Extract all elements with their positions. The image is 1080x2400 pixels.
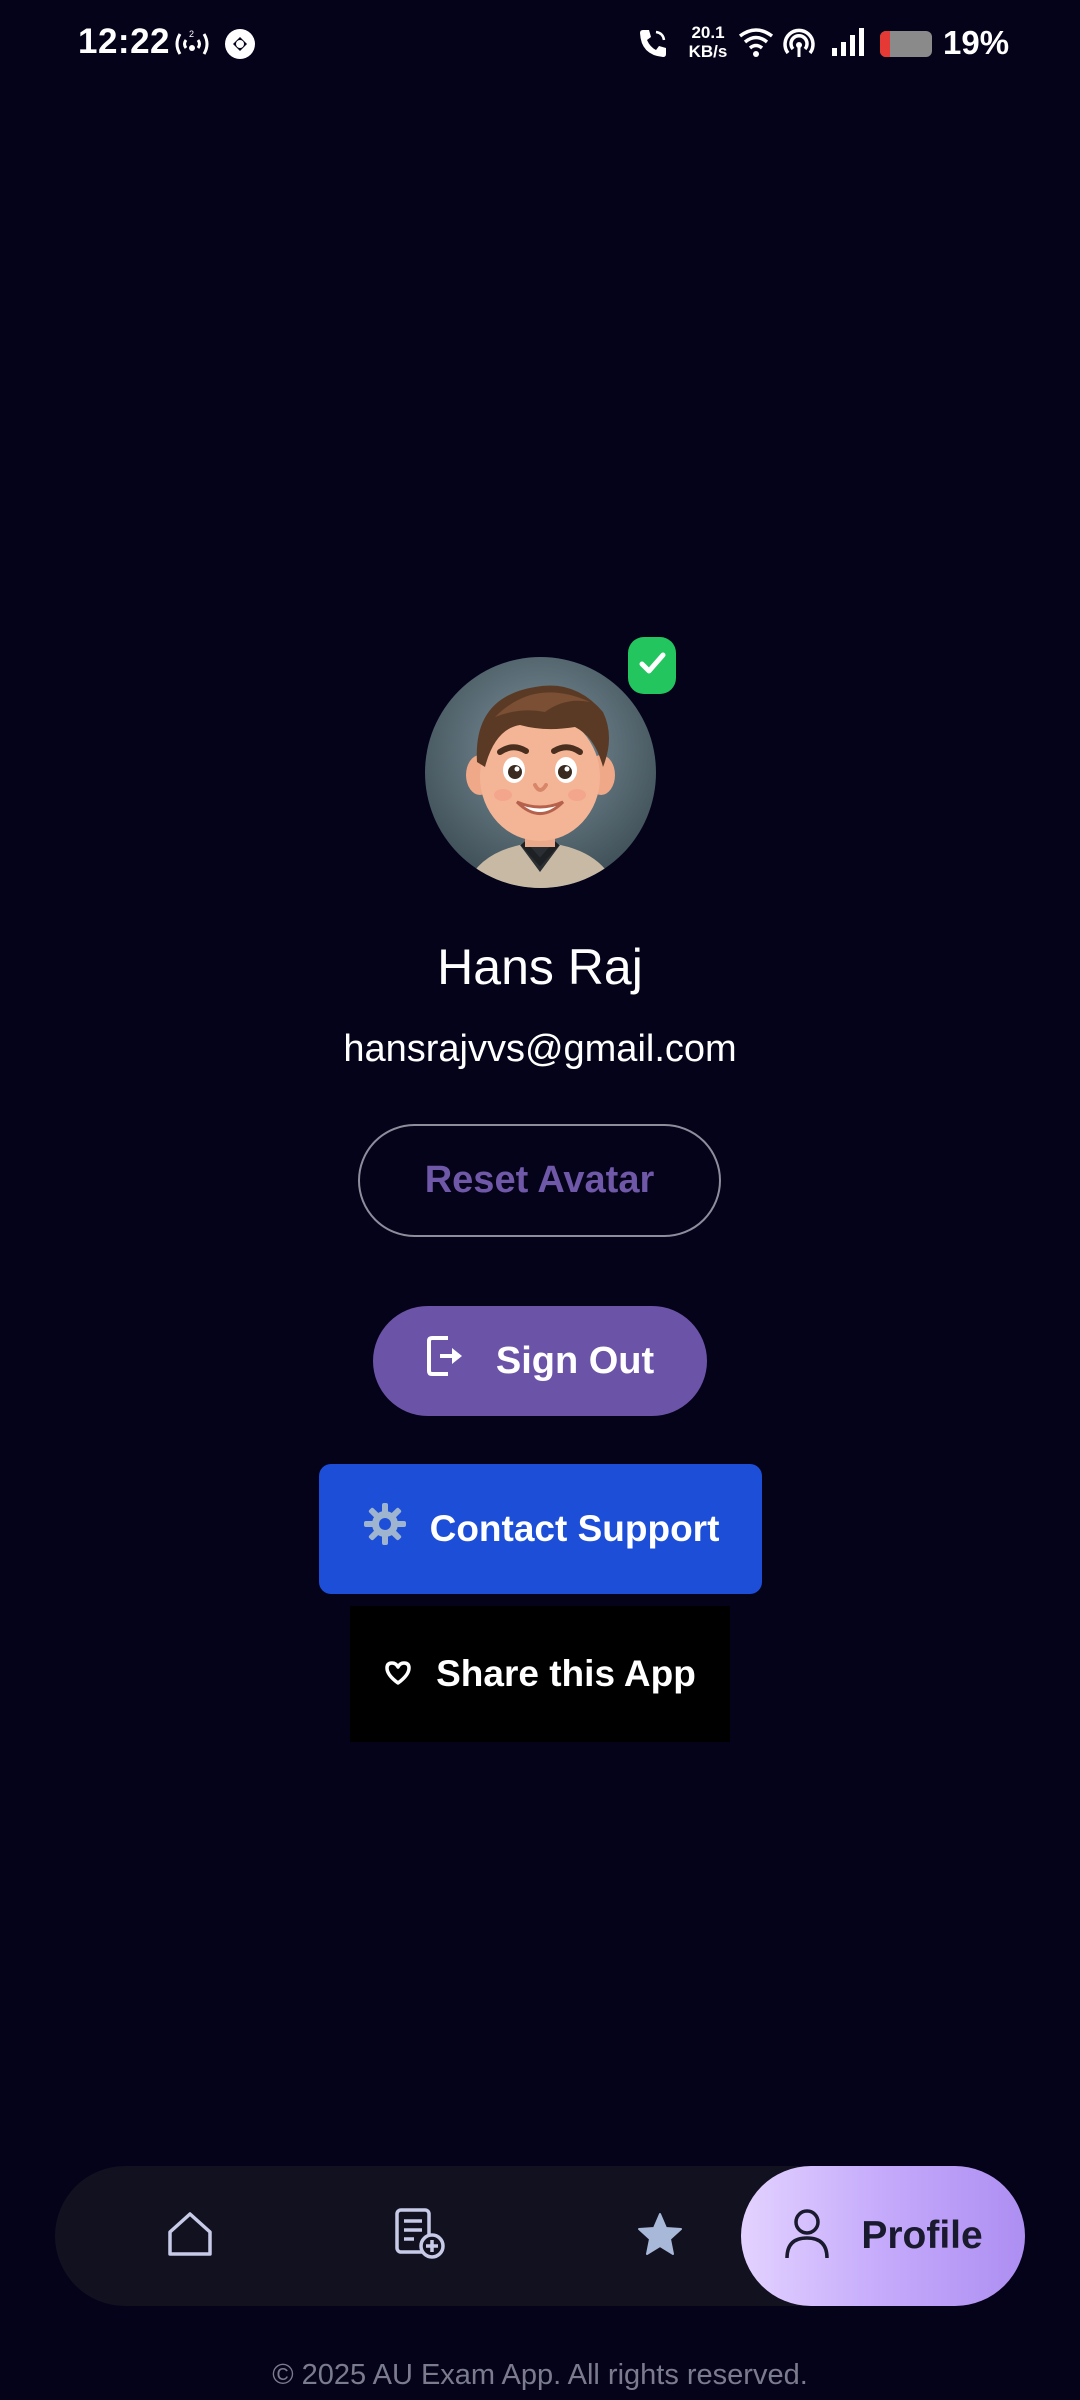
footer-copyright: © 2025 AU Exam App. All rights reserved. [272,2359,808,2391]
share-app-button[interactable]: Share this App [350,1606,730,1742]
check-icon [637,648,667,683]
contact-support-label: Contact Support [429,1508,720,1549]
star-icon [636,2211,684,2262]
sign-out-icon [426,1334,466,1388]
hotspot-icon [782,27,816,66]
battery-percent: 19% [943,24,1010,61]
reset-avatar-button[interactable]: Reset Avatar [358,1124,721,1237]
status-bar: 12:22 2 20.1 KB/s 19% [0,0,1080,90]
profile-screen: 12:22 2 20.1 KB/s 19% Hans Raj hansrajvv… [0,0,1080,2400]
net-speed: 20.1 KB/s [686,23,730,61]
reset-avatar-label: Reset Avatar [424,1159,655,1201]
avatar[interactable] [425,657,656,888]
battery-icon [880,31,932,57]
net-speed-unit: KB/s [688,42,728,61]
sign-out-button[interactable]: Sign Out [373,1306,707,1416]
status-time: 12:22 [78,22,171,61]
call-icon [636,26,670,65]
nav-exams[interactable] [365,2166,475,2306]
net-speed-value: 20.1 [691,23,725,42]
exam-add-icon [392,2206,448,2267]
person-icon [783,2206,831,2267]
signal-2-icon: 2 [172,28,212,65]
svg-text:2: 2 [189,29,194,39]
contact-support-button[interactable]: Contact Support [319,1464,762,1594]
home-icon [164,2208,216,2265]
verified-badge [628,637,676,694]
bottom-navigation: Profile [55,2166,1025,2306]
cell-signal-icon [830,26,866,63]
sign-out-label: Sign Out [495,1339,655,1382]
heart-icon [384,1653,412,1695]
data-saver-icon [223,27,257,66]
gear-icon [362,1501,408,1557]
battery-fill [880,31,890,57]
nav-profile-label: Profile [861,2214,983,2257]
share-app-label: Share this App [436,1653,696,1694]
nav-profile[interactable]: Profile [741,2166,1025,2306]
nav-favorites[interactable] [605,2166,715,2306]
nav-home[interactable] [135,2166,245,2306]
wifi-icon [738,26,774,63]
user-name: Hans Raj [437,939,643,995]
user-email: hansrajvvs@gmail.com [343,1028,737,1070]
